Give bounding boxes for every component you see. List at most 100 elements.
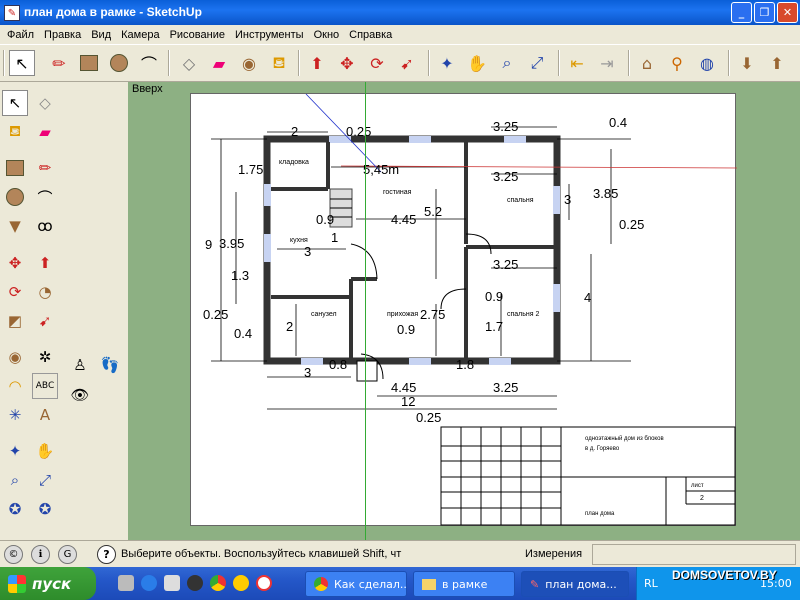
position-camera-icon[interactable]: ♙ — [67, 352, 93, 378]
task-folder[interactable]: в рамке — [413, 571, 515, 597]
dim-bed-total: 3.85 — [593, 186, 618, 201]
measurements-input[interactable] — [592, 544, 796, 565]
menu-camera[interactable]: Камера — [116, 29, 164, 41]
show-desktop-icon[interactable] — [118, 575, 134, 591]
area-label: 5,45m — [363, 162, 399, 177]
menu-tools[interactable]: Инструменты — [230, 29, 309, 41]
browser-icon[interactable] — [233, 575, 249, 591]
zoom-tool-icon[interactable]: ⌕ — [494, 50, 520, 76]
protractor-icon[interactable]: ◠ — [2, 373, 28, 399]
close-button[interactable]: ✕ — [777, 2, 798, 23]
task-folder-label: в рамке — [442, 577, 488, 591]
room-kitchen: кухня — [290, 237, 308, 244]
paint-icon[interactable]: ⛾ — [2, 119, 28, 145]
eraser-icon[interactable]: ▰ — [32, 119, 58, 145]
task-chrome[interactable]: Как сделал... — [305, 571, 407, 597]
component-icon[interactable]: ◇ — [32, 90, 58, 116]
drawing-viewport[interactable]: Вверх кладовка гостиная спальня кухня са… — [128, 82, 800, 540]
dim-right-025: 0.25 — [619, 217, 644, 232]
push-pull-icon[interactable]: ⬆ — [304, 50, 330, 76]
sketchup-icon[interactable]: ✎ — [4, 5, 20, 21]
follow-me-left-icon[interactable]: ◔ — [32, 279, 58, 305]
3d-warehouse-icon[interactable]: ⌂ — [634, 50, 660, 76]
add-location-icon[interactable]: ⚲ — [664, 50, 690, 76]
move-icon[interactable]: ✥ — [2, 250, 28, 276]
dim-top-small: 0.25 — [346, 124, 371, 139]
tape-measure-icon[interactable]: ◉ — [236, 50, 262, 76]
get-models-icon[interactable]: ⬇ — [734, 50, 760, 76]
menu-help[interactable]: Справка — [344, 29, 397, 41]
arc-tool-icon[interactable]: ⌒ — [136, 50, 162, 76]
make-component-icon[interactable]: ◇ — [176, 50, 202, 76]
main-toolbar: ↖ ✏ ⌒ ◇ ▰ ◉ ⛾ ⬆ ✥ ⟳ ➹ ✦ ✋ ⌕ ⤢ ⇤ ⇥ ⌂ ⚲ ◍ … — [0, 44, 800, 82]
share-model-icon[interactable]: ⬆ — [764, 50, 790, 76]
minimize-button[interactable]: _ — [731, 2, 752, 23]
menu-draw[interactable]: Рисование — [165, 29, 230, 41]
pan-tool-icon[interactable]: ✋ — [464, 50, 490, 76]
zoom-left-icon[interactable]: ⌕ — [2, 467, 28, 493]
move-tool-icon[interactable]: ✥ — [334, 50, 360, 76]
mail-icon[interactable] — [164, 575, 180, 591]
chrome-quick-icon[interactable] — [210, 575, 226, 591]
menu-window[interactable]: Окно — [309, 29, 345, 41]
look-around-icon[interactable]: 👁 — [67, 382, 93, 408]
menu-file[interactable]: Файл — [2, 29, 39, 41]
rotate-icon[interactable]: ⟳ — [2, 279, 28, 305]
dim-kitchen-w: 3 — [304, 244, 311, 259]
pan-left-icon[interactable]: ✋ — [32, 438, 58, 464]
rotate-tool-icon[interactable]: ⟳ — [364, 50, 390, 76]
eraser-tool-icon[interactable]: ▰ — [206, 50, 232, 76]
start-label: пуск — [32, 574, 72, 593]
ie-icon[interactable] — [141, 575, 157, 591]
menu-view[interactable]: Вид — [86, 29, 116, 41]
dim-bed-w: 3.25 — [493, 169, 518, 184]
push-pull-left-icon[interactable]: ⬆ — [32, 250, 58, 276]
tape-measure-left-icon[interactable]: ◉ — [2, 344, 28, 370]
zoom-extents-icon[interactable]: ⤢ — [524, 50, 550, 76]
rectangle-tool-icon[interactable] — [76, 50, 102, 76]
orbit-left-icon[interactable]: ✦ — [2, 438, 28, 464]
previous-left-icon[interactable]: ✪ — [32, 496, 58, 522]
task-sketchup[interactable]: ✎ план дома... — [521, 571, 629, 597]
walk-icon[interactable]: 👣 — [97, 352, 123, 378]
pencil-tool-icon[interactable]: ✏ — [46, 50, 72, 76]
rectangle-icon[interactable] — [2, 155, 28, 181]
yandex-icon[interactable] — [256, 575, 272, 591]
dim-bottom-18: 1.8 — [456, 357, 474, 372]
start-button[interactable]: пуск — [0, 567, 96, 600]
select-arrow-icon[interactable]: ↖ — [2, 90, 28, 116]
zoom-window-icon[interactable]: ⤢ — [32, 467, 58, 493]
line-icon[interactable]: ✏ — [32, 155, 58, 181]
arc-icon[interactable]: ⌒ — [32, 184, 58, 210]
media-icon[interactable] — [187, 575, 203, 591]
freehand-icon[interactable]: ꝏ — [32, 213, 58, 239]
follow-me-icon[interactable]: ➹ — [394, 50, 420, 76]
dimension-icon[interactable]: ✲ — [32, 344, 58, 370]
3d-text-icon[interactable]: A — [32, 402, 58, 428]
polygon-icon[interactable]: ▼ — [2, 213, 28, 239]
menu-edit[interactable]: Правка — [39, 29, 86, 41]
dim-bottom-325: 3.25 — [493, 380, 518, 395]
orbit-tool-icon[interactable]: ✦ — [434, 50, 460, 76]
axes-icon[interactable]: ✳ — [2, 402, 28, 428]
paint-bucket-icon[interactable]: ⛾ — [266, 50, 292, 76]
offset-icon[interactable]: ➹ — [32, 308, 58, 334]
dim-top-right-gap: 0.4 — [609, 115, 627, 130]
previous-view-icon[interactable]: ⇤ — [564, 50, 590, 76]
next-view-icon[interactable]: ⇥ — [594, 50, 620, 76]
google-earth-icon[interactable]: ◍ — [694, 50, 720, 76]
room-bedroom-2: спальня 2 — [507, 311, 540, 318]
zoom-extents-left-icon[interactable]: ✪ — [2, 496, 28, 522]
select-tool-icon[interactable]: ↖ — [9, 50, 35, 76]
maximize-button[interactable]: ❐ — [754, 2, 775, 23]
help-icon[interactable]: ? — [97, 545, 116, 564]
text-tool-icon[interactable]: ABC — [32, 373, 58, 399]
credits-icon[interactable]: ℹ — [31, 545, 50, 564]
user-icon[interactable]: G — [58, 545, 77, 564]
scale-icon[interactable]: ◩ — [2, 308, 28, 334]
drawing-sheet: кладовка гостиная спальня кухня санузел … — [190, 93, 737, 526]
language-indicator[interactable]: RL — [644, 577, 658, 590]
circle-icon[interactable] — [2, 184, 28, 210]
circle-tool-icon[interactable] — [106, 50, 132, 76]
geo-location-icon[interactable]: © — [4, 545, 23, 564]
